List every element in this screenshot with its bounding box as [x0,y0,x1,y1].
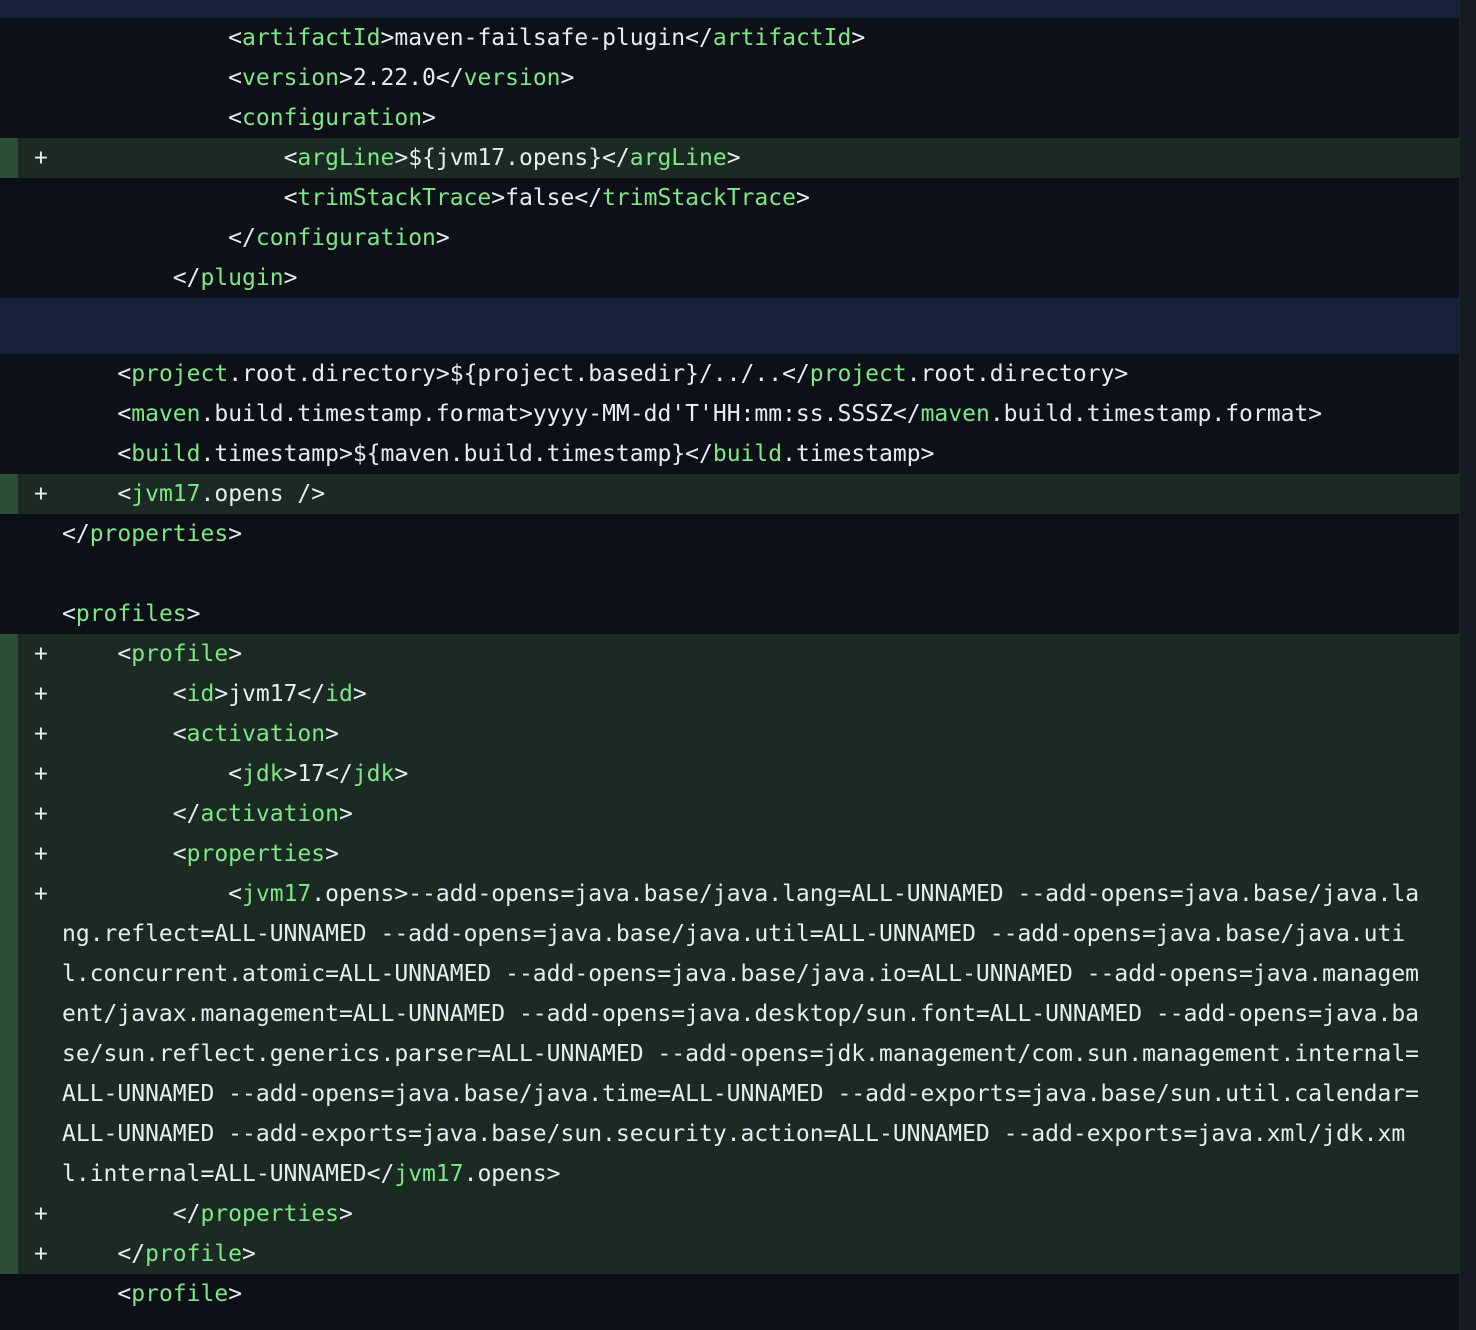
added-marker: + [34,801,48,827]
diff-line-added: + <jdk>17</jdk> [0,754,1460,794]
line-marker [0,1274,62,1314]
code-text: <jvm17.opens /> [62,481,326,507]
code-text: <project.root.directory>${project.basedi… [62,361,1129,387]
diff-line: <version>2.22.0</version> [0,58,1460,98]
line-marker [0,514,62,554]
code-text: </plugin> [62,265,298,291]
code-text: <jdk>17</jdk> [62,761,409,787]
line-marker [0,218,62,258]
code-text: <maven.build.timestamp.format>yyyy-MM-dd… [62,401,1323,427]
code-text: <profile> [62,1281,243,1307]
line-marker [0,178,62,218]
code-text: <activation> [62,721,339,747]
added-marker: + [34,145,48,171]
code-text: </profile> [62,1241,256,1267]
diff-line: <project.root.directory>${project.basedi… [0,354,1460,394]
added-marker: + [34,681,48,707]
code-text: <profiles> [62,601,201,627]
added-marker: + [34,1241,48,1267]
line-marker [0,554,62,594]
diff-line-blank [0,554,1460,594]
code-text: <trimStackTrace>false</trimStackTrace> [62,185,810,211]
diff-line: <build.timestamp>${maven.build.timestamp… [0,434,1460,474]
added-marker: + [34,641,48,667]
diff-line: </configuration> [0,218,1460,258]
diff-line-added: + <properties> [0,834,1460,874]
line-marker [0,258,62,298]
hunk-separator-expand[interactable] [0,298,1460,354]
line-marker [0,434,62,474]
diff-line-added: + <id>jvm17</id> [0,674,1460,714]
diff-line: <trimStackTrace>false</trimStackTrace> [0,178,1460,218]
diff-line: <profiles> [0,594,1460,634]
code-text: <build.timestamp>${maven.build.timestamp… [62,441,935,467]
diff-line: <configuration> [0,98,1460,138]
diff-line: </plugin> [0,258,1460,298]
diff-line: </properties> [0,514,1460,554]
diff-line-added-wrapped: + <jvm17.opens>--add-opens=java.base/jav… [0,874,1460,1194]
line-marker [0,58,62,98]
diff-line-added: + <jvm17.opens /> [0,474,1460,514]
diff-line-added: + <activation> [0,714,1460,754]
code-text: </activation> [62,801,353,827]
added-marker: + [34,721,48,747]
added-marker: + [34,761,48,787]
code-text: <argLine>${jvm17.opens}</argLine> [62,145,741,171]
hunk-separator-top[interactable] [0,0,1460,18]
code-text: </configuration> [62,225,450,251]
added-marker: + [34,881,48,907]
line-marker [0,594,62,634]
code-text: <id>jvm17</id> [62,681,367,707]
diff-line: <artifactId>maven-failsafe-plugin</artif… [0,18,1460,58]
code-text: <configuration> [62,105,436,131]
diff-line-added: + </profile> [0,1234,1460,1274]
diff-view: <artifactId>maven-failsafe-plugin</artif… [0,0,1460,1330]
code-text: <version>2.22.0</version> [62,65,575,91]
line-marker [0,18,62,58]
diff-line-added: + </properties> [0,1194,1460,1234]
vertical-scrollbar[interactable] [1459,0,1476,1330]
added-marker: + [34,481,48,507]
code-text: <profile> [62,641,243,667]
diff-line-added: + </activation> [0,794,1460,834]
diff-line: <maven.build.timestamp.format>yyyy-MM-dd… [0,394,1460,434]
added-marker: + [34,1201,48,1227]
code-text: <jvm17.opens>--add-opens=java.base/java.… [62,881,1420,1187]
added-marker: + [34,841,48,867]
code-text: </properties> [62,521,243,547]
line-marker [0,354,62,394]
code-text: <artifactId>maven-failsafe-plugin</artif… [62,25,866,51]
code-text: </properties> [62,1201,353,1227]
diff-line-added: + <profile> [0,634,1460,674]
diff-line-added: + <argLine>${jvm17.opens}</argLine> [0,138,1460,178]
line-marker [0,394,62,434]
diff-line-partial: <profile> [0,1274,1460,1314]
line-marker [0,98,62,138]
code-text: <properties> [62,841,339,867]
